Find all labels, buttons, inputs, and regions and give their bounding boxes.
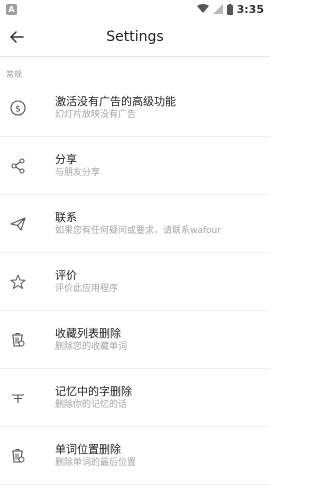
- setting-title: 记忆中的字删除: [55, 384, 132, 398]
- setting-subtitle: 删除你的记忆的话: [55, 399, 128, 410]
- trash-bin-icon: [8, 330, 28, 350]
- setting-delete-word-position[interactable]: 单词位置删除 删除单词的最后位置: [0, 427, 270, 485]
- section-label: 常规: [6, 70, 22, 79]
- setting-subtitle: 评价此应用程序: [55, 283, 119, 294]
- setting-subtitle: 如果您有任何疑问或要求，请联系wafour: [55, 225, 221, 236]
- setting-share[interactable]: 分享 与朋友分享: [0, 137, 270, 195]
- setting-subtitle: 删除单词的最后位置: [55, 457, 137, 468]
- battery-icon: [226, 3, 233, 15]
- dollar-coin-icon: $: [8, 98, 28, 118]
- setting-premium-no-ads[interactable]: $ 激活没有广告的高级功能 幻灯片放映没有广告: [0, 79, 270, 137]
- text-format-icon: [8, 388, 28, 408]
- setting-subtitle: 与朋友分享: [55, 167, 101, 178]
- setting-delete-memorized[interactable]: 记忆中的字删除 删除你的记忆的话: [0, 369, 270, 427]
- svg-text:$: $: [15, 104, 21, 114]
- setting-title: 收藏列表删除: [55, 326, 121, 340]
- setting-delete-favorites[interactable]: 收藏列表删除 删除您的收藏单词: [0, 311, 270, 369]
- setting-contact[interactable]: 联系 如果您有任何疑问或要求，请联系wafour: [0, 195, 270, 253]
- trash-bin-icon: [8, 446, 28, 466]
- setting-rate[interactable]: 评价 评价此应用程序: [0, 253, 270, 311]
- star-icon: [8, 272, 28, 292]
- share-icon: [8, 156, 28, 176]
- setting-title: 单词位置删除: [55, 442, 121, 456]
- page-title: Settings: [106, 29, 164, 45]
- setting-title: 激活没有广告的高级功能: [55, 94, 176, 108]
- status-time: 3:35: [236, 2, 264, 16]
- app-bar: Settings: [0, 18, 270, 56]
- setting-title: 联系: [55, 210, 77, 224]
- setting-subtitle: 删除您的收藏单词: [55, 341, 128, 352]
- setting-subtitle: 幻灯片放映没有广告: [55, 109, 137, 120]
- signal-icon: [212, 4, 223, 14]
- status-bar: A 3:35: [0, 0, 270, 18]
- wifi-icon: [196, 4, 209, 14]
- notification-icon: A: [6, 3, 17, 15]
- back-arrow-icon[interactable]: [0, 20, 34, 54]
- send-paper-plane-icon: [8, 214, 28, 234]
- setting-title: 评价: [55, 268, 77, 282]
- setting-title: 分享: [55, 152, 77, 166]
